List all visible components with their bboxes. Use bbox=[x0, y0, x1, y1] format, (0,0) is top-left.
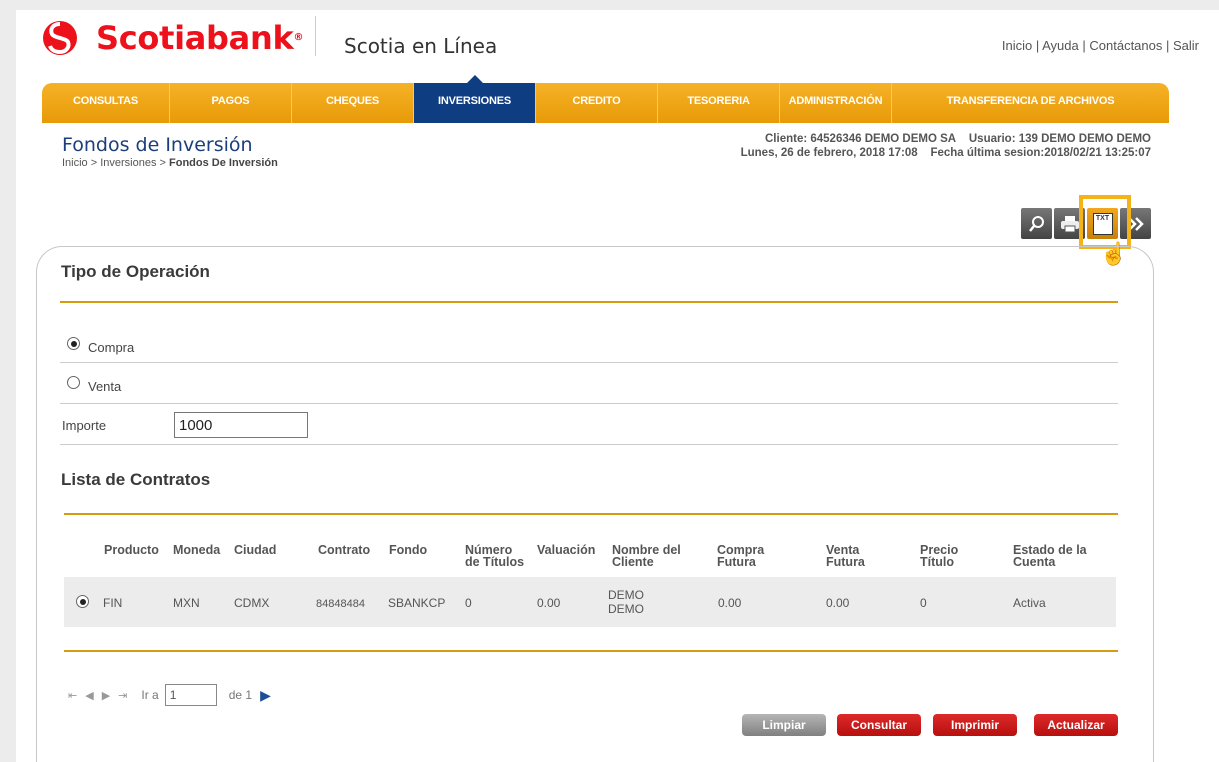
table-bottom-divider bbox=[64, 650, 1118, 652]
page: Scotiabank® Scotia en Línea Inicio | Ayu… bbox=[16, 10, 1219, 762]
nav-credito[interactable]: CREDITO bbox=[536, 83, 658, 123]
compra-radio[interactable] bbox=[67, 337, 80, 350]
nav-tesoreria[interactable]: TESORERIA bbox=[658, 83, 780, 123]
brand-registered: ® bbox=[293, 32, 304, 43]
col-venta-futura: Venta Futura bbox=[826, 543, 865, 569]
col-contrato: Contrato bbox=[318, 543, 371, 557]
col-producto: Producto bbox=[104, 543, 159, 557]
header-divider bbox=[315, 16, 316, 56]
table-row[interactable]: FIN MXN CDMX 84848484 SBANKCP 0 0.00 DEM… bbox=[64, 577, 1116, 627]
col-estado-cuenta: Estado de la Cuenta bbox=[1013, 543, 1087, 569]
row-select-radio[interactable] bbox=[76, 595, 89, 608]
page-count-label: de 1 bbox=[228, 688, 253, 702]
link-contactanos[interactable]: Contáctanos bbox=[1089, 38, 1162, 53]
cell-nombre-line-2: DEMO bbox=[608, 602, 644, 616]
importe-input[interactable] bbox=[174, 412, 308, 438]
col-compra-futura: Compra Futura bbox=[717, 543, 765, 569]
breadcrumb: Inicio > Inversiones > Fondos De Inversi… bbox=[62, 157, 278, 169]
brand-name: Scotiabank bbox=[96, 19, 294, 57]
importe-label: Importe bbox=[62, 418, 107, 433]
row-divider bbox=[60, 362, 1118, 363]
link-inicio[interactable]: Inicio bbox=[1002, 38, 1032, 53]
imprimir-button[interactable]: Imprimir bbox=[933, 714, 1017, 736]
nav-transferencia-archivos[interactable]: TRANSFERENCIA DE ARCHIVOS bbox=[892, 83, 1169, 123]
limpiar-button[interactable]: Limpiar bbox=[742, 714, 826, 736]
col-valuacion: Valuación bbox=[537, 543, 596, 557]
cell-ciudad: CDMX bbox=[234, 596, 270, 610]
operation-divider bbox=[60, 301, 1118, 303]
compra-label: Compra bbox=[88, 340, 135, 355]
row-divider bbox=[60, 403, 1118, 404]
contracts-divider bbox=[64, 513, 1118, 515]
top-header: Scotiabank® Scotia en Línea Inicio | Ayu… bbox=[16, 10, 1219, 74]
cell-estado: Activa bbox=[1013, 596, 1046, 610]
last-session-line: Fecha última sesion:2018/02/21 13:25:07 bbox=[930, 147, 1151, 159]
prev-page-icon[interactable]: ◀ bbox=[85, 689, 93, 702]
col-ciudad: Ciudad bbox=[234, 543, 277, 557]
page-title: Fondos de Inversión bbox=[62, 134, 253, 156]
pager: ⇤ ◀ ▶ ⇥ Ir a de 1 ▶ bbox=[68, 684, 271, 706]
main-nav: CONSULTAS PAGOS CHEQUES INVERSIONES CRED… bbox=[42, 75, 1169, 123]
breadcrumb-current: Fondos De Inversión bbox=[169, 157, 278, 169]
link-salir[interactable]: Salir bbox=[1173, 38, 1199, 53]
client-line: Cliente: 64526346 DEMO DEMO SA bbox=[765, 133, 957, 145]
consultar-button[interactable]: Consultar bbox=[837, 714, 921, 736]
nav-pagos[interactable]: PAGOS bbox=[170, 83, 292, 123]
col-numero-titulos: Número de Títulos bbox=[465, 543, 525, 569]
cell-nombre-cliente: DEMO DEMO bbox=[608, 588, 644, 616]
cell-moneda: MXN bbox=[173, 596, 200, 610]
magnifier-icon bbox=[1028, 215, 1044, 232]
breadcrumb-path[interactable]: Inicio > Inversiones > bbox=[62, 157, 169, 169]
first-page-icon[interactable]: ⇤ bbox=[68, 689, 77, 702]
cell-venta-futura: 0.00 bbox=[826, 596, 850, 610]
cell-nombre-line-1: DEMO bbox=[608, 588, 644, 602]
cell-compra-futura: 0.00 bbox=[718, 596, 742, 610]
col-precio-titulo: Precio Título bbox=[920, 543, 959, 569]
contracts-title: Lista de Contratos bbox=[61, 470, 211, 489]
cell-numero-titulos: 0 bbox=[465, 596, 472, 610]
venta-radio[interactable] bbox=[67, 376, 80, 389]
app-subtitle: Scotia en Línea bbox=[344, 34, 498, 58]
link-ayuda[interactable]: Ayuda bbox=[1042, 38, 1079, 53]
last-page-icon[interactable]: ⇥ bbox=[118, 689, 127, 702]
cell-contrato: 84848484 bbox=[316, 598, 365, 610]
cell-fondo: SBANKCP bbox=[388, 596, 446, 610]
venta-label: Venta bbox=[88, 379, 122, 394]
operation-title: Tipo de Operación bbox=[61, 262, 210, 281]
user-line: Usuario: 139 DEMO DEMO DEMO bbox=[968, 133, 1151, 145]
nav-inversiones[interactable]: INVERSIONES bbox=[414, 75, 536, 123]
row-divider bbox=[60, 444, 1118, 445]
client-info: Cliente: 64526346 DEMO DEMO SA Usuario: … bbox=[741, 132, 1151, 160]
cell-precio-titulo: 0 bbox=[920, 596, 927, 610]
col-fondo: Fondo bbox=[389, 543, 428, 557]
col-nombre-cliente: Nombre del Cliente bbox=[612, 543, 681, 569]
cell-producto: FIN bbox=[103, 596, 123, 610]
scotiabank-logo-icon bbox=[43, 21, 77, 55]
printer-icon bbox=[1060, 215, 1079, 232]
col-moneda: Moneda bbox=[173, 543, 221, 557]
date-line: Lunes, 26 de febrero, 2018 17:08 bbox=[740, 147, 918, 159]
next-page-icon[interactable]: ▶ bbox=[260, 687, 271, 704]
next-page-small-icon[interactable]: ▶ bbox=[102, 689, 110, 702]
nav-cheques[interactable]: CHEQUES bbox=[292, 83, 414, 123]
page-number-input[interactable] bbox=[164, 684, 217, 706]
actualizar-button[interactable]: Actualizar bbox=[1034, 714, 1118, 736]
nav-administracion[interactable]: ADMINISTRACIÓN bbox=[780, 83, 892, 123]
cell-valuacion: 0.00 bbox=[537, 596, 561, 610]
top-links: Inicio | Ayuda | Contáctanos | Salir bbox=[1001, 38, 1199, 53]
nav-consultas[interactable]: CONSULTAS bbox=[42, 83, 170, 123]
goto-label: Ir a bbox=[141, 688, 159, 702]
search-icon[interactable] bbox=[1021, 208, 1052, 239]
scotiabank-logo[interactable]: Scotiabank® bbox=[42, 18, 303, 58]
